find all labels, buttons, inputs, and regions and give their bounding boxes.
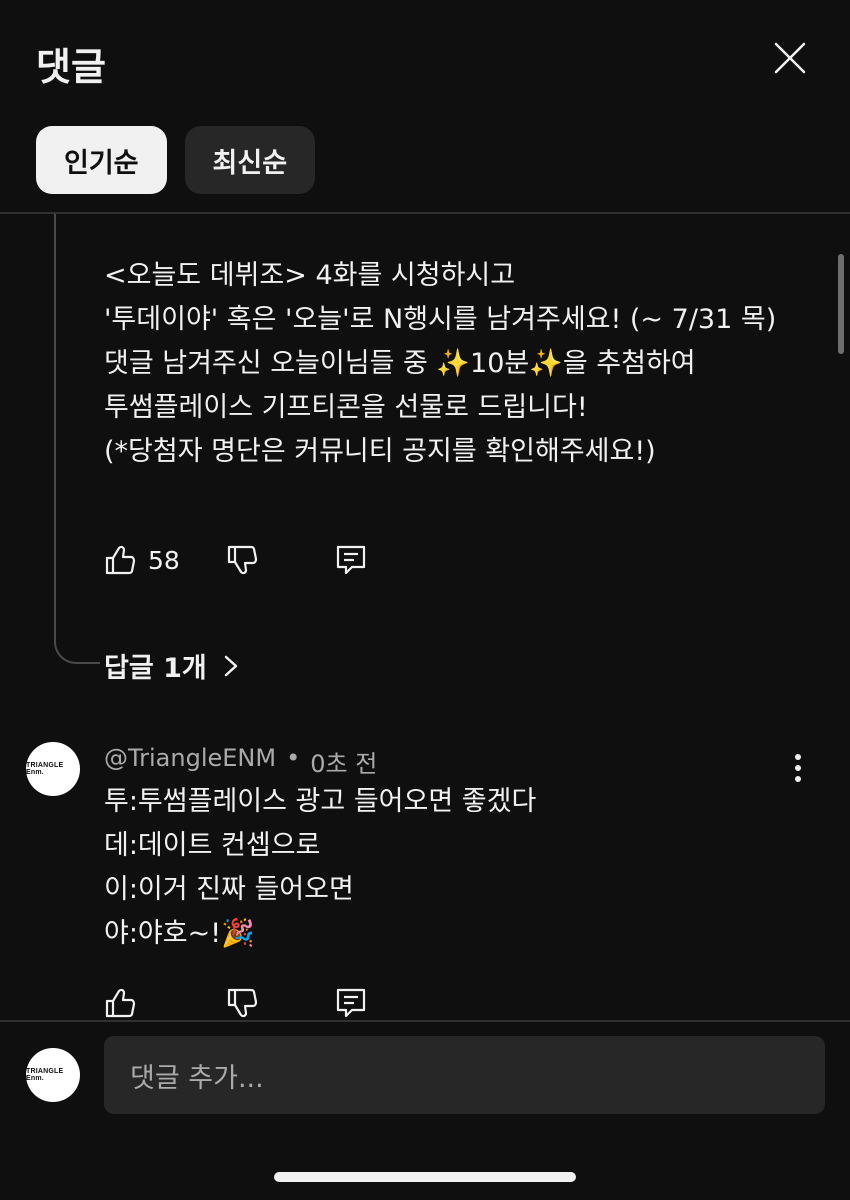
- view-replies-button[interactable]: 답글 1개: [104, 646, 241, 685]
- more-vertical-icon-dot: [795, 776, 801, 782]
- comment-line: (*당첨자 명단은 커뮤니티 공지를 확인해주세요!): [104, 436, 656, 467]
- scrollbar[interactable]: [838, 254, 844, 354]
- reply-button[interactable]: [334, 543, 368, 577]
- chevron-right-icon: [224, 655, 237, 676]
- comments-panel: 댓글 인기순 최신순 <오늘도 데뷔조> 4화를 시청하시고 '투데이야' 혹은…: [0, 0, 850, 1200]
- pinned-comment-text: <오늘도 데뷔조> 4화를 시청하시고 '투데이야' 혹은 '오늘'로 N행시를…: [104, 254, 804, 474]
- meta-separator: •: [286, 744, 301, 772]
- add-comment-placeholder: 댓글 추가...: [130, 1062, 264, 1094]
- home-indicator[interactable]: [274, 1172, 576, 1182]
- reply-comment-text: 투:투썸플레이스 광고 들어오면 좋겠다 데:데이트 컨셉으로 이:이거 진짜 …: [104, 780, 536, 956]
- sort-chip-popular[interactable]: 인기순: [36, 126, 167, 194]
- more-options-button[interactable]: [786, 752, 810, 784]
- composer-avatar: TRIANGLE Enm.: [26, 1048, 80, 1102]
- avatar-logo-text: TRIANGLE Enm.: [26, 762, 64, 776]
- close-button[interactable]: [766, 34, 814, 82]
- comment-line: '투데이야' 혹은 '오늘'로 N행시를 남겨주세요! (~ 7/31 목): [104, 304, 777, 335]
- composer-divider: [0, 1020, 850, 1022]
- avatar[interactable]: TRIANGLE Enm.: [26, 742, 80, 796]
- dislike-button[interactable]: [226, 986, 260, 1020]
- thumbs-up-icon: [105, 545, 136, 575]
- avatar-logo-text: TRIANGLE Enm.: [26, 1068, 64, 1082]
- thumbs-down-icon: [227, 545, 257, 575]
- sort-chip-newest[interactable]: 최신순: [184, 126, 316, 194]
- comment-line: 야:야호~!🎉: [104, 918, 255, 949]
- dislike-button[interactable]: [226, 543, 260, 577]
- add-comment-input[interactable]: 댓글 추가...: [104, 1036, 825, 1114]
- comment-meta: @TriangleENM • 0초 전: [104, 744, 377, 779]
- reply-comment-icon: [336, 988, 366, 1018]
- replies-count-label: 답글 1개: [104, 653, 207, 684]
- reply-comment-actions: [104, 986, 368, 1020]
- more-vertical-icon: [795, 754, 801, 760]
- comment-line: 투썸플레이스 기프티콘을 선물로 드립니다!: [104, 392, 588, 423]
- thread-connector-line: [54, 214, 100, 664]
- panel-title: 댓글: [36, 45, 106, 89]
- comment-line: <오늘도 데뷔조> 4화를 시청하시고: [104, 260, 516, 291]
- thumbs-down-icon: [227, 988, 258, 1018]
- close-icon: [774, 42, 806, 74]
- comment-timestamp: 0초 전: [310, 750, 378, 778]
- thumbs-up-icon: [105, 988, 136, 1018]
- sort-chips: 인기순 최신순: [36, 126, 316, 194]
- like-count: 58: [148, 545, 180, 575]
- reply-button[interactable]: [334, 986, 368, 1020]
- comment-line: 데:데이트 컨셉으로: [104, 830, 321, 861]
- like-button[interactable]: [104, 543, 138, 577]
- like-button[interactable]: [104, 986, 138, 1020]
- comment-line: 댓글 남겨주신 오늘이님들 중 ✨10분✨을 추첨하여: [104, 348, 696, 379]
- reply-comment-icon: [336, 545, 365, 575]
- comment-line: 투:투썸플레이스 광고 들어오면 좋겠다: [104, 786, 537, 817]
- header-divider: [0, 212, 850, 214]
- comment-author[interactable]: @TriangleENM: [104, 744, 276, 779]
- more-vertical-icon-dot: [795, 765, 801, 771]
- comment-line: 이:이거 진짜 들어오면: [104, 874, 354, 905]
- pinned-comment-actions: 58: [104, 543, 368, 577]
